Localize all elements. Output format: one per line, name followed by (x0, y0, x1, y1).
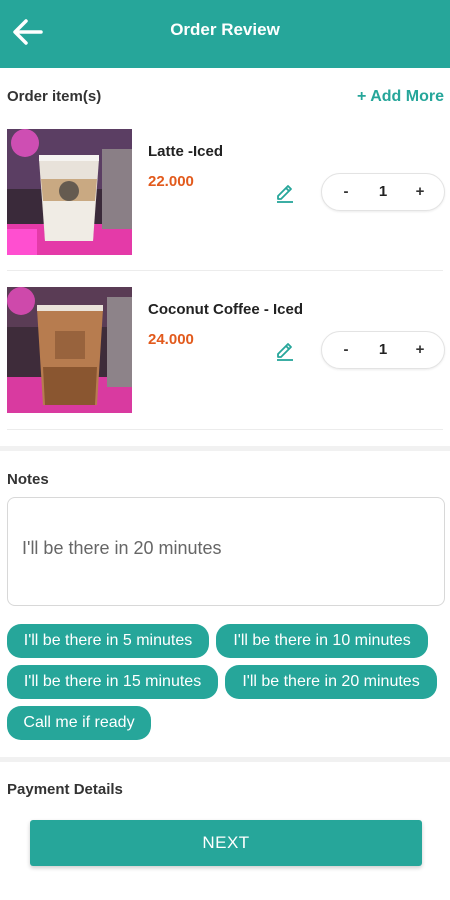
increase-button[interactable]: + (410, 182, 430, 202)
decrease-button[interactable]: - (336, 340, 356, 360)
quick-reply-call-me[interactable]: Call me if ready (7, 706, 151, 740)
quantity-value: 1 (378, 341, 388, 358)
section-divider (0, 757, 450, 762)
order-items-heading: Order item(s) (7, 88, 102, 105)
quick-reply-10-minutes[interactable]: I'll be there in 10 minutes (216, 624, 428, 658)
item-name: Coconut Coffee - Iced (148, 301, 304, 318)
item-divider (7, 270, 443, 271)
item-name: Latte -Iced (148, 143, 224, 160)
edit-icon[interactable] (274, 181, 296, 203)
item-price: 24.000 (148, 331, 194, 348)
quick-reply-5-minutes[interactable]: I'll be there in 5 minutes (7, 624, 209, 658)
item-image (7, 129, 132, 255)
quantity-value: 1 (378, 183, 388, 200)
increase-button[interactable]: + (410, 340, 430, 360)
item-divider (7, 429, 443, 430)
decrease-button[interactable]: - (336, 182, 356, 202)
edit-icon[interactable] (274, 339, 296, 361)
add-more-link[interactable]: + Add More (357, 88, 444, 106)
item-price: 22.000 (148, 173, 194, 190)
quantity-stepper: - 1 + (321, 173, 445, 211)
page-title: Order Review (170, 20, 280, 39)
section-divider (0, 446, 450, 451)
item-image (7, 287, 132, 413)
next-button[interactable]: NEXT (30, 820, 422, 866)
order-item: Latte -Iced 22.000 - 1 + (0, 129, 450, 279)
quantity-stepper: - 1 + (321, 331, 445, 369)
quick-reply-20-minutes[interactable]: I'll be there in 20 minutes (225, 665, 437, 699)
notes-input[interactable]: I'll be there in 20 minutes (7, 497, 445, 606)
notes-heading: Notes (7, 471, 49, 488)
app-header: Order Review (0, 0, 450, 68)
quick-reply-15-minutes[interactable]: I'll be there in 15 minutes (7, 665, 218, 699)
payment-details-heading: Payment Details (7, 781, 123, 798)
order-item: Coconut Coffee - Iced 24.000 - 1 + (0, 287, 450, 437)
